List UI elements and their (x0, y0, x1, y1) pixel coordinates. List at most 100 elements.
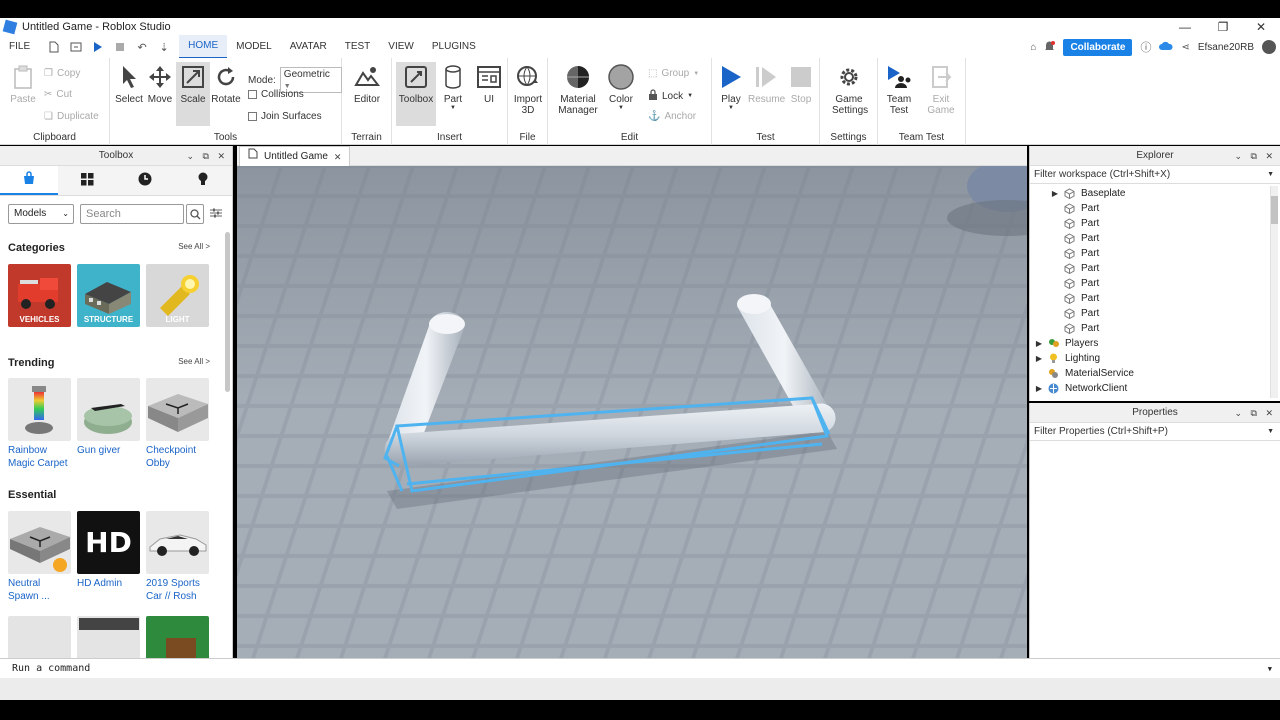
explorer-item-part[interactable]: Part (1030, 276, 1270, 291)
group-button[interactable]: ⬚ Group ▼ (648, 68, 699, 79)
explorer-item-part[interactable]: Part (1030, 291, 1270, 306)
explorer-item-networkclient[interactable]: ▶ NetworkClient (1030, 381, 1270, 396)
tab-model[interactable]: MODEL (227, 36, 281, 58)
filter-sliders-icon[interactable] (210, 208, 222, 221)
open-file-icon[interactable] (69, 40, 83, 54)
close-tab-button[interactable]: ✕ (334, 147, 342, 167)
category-light[interactable]: LIGHT (146, 264, 209, 327)
rotate-tool-button[interactable]: Rotate (209, 64, 243, 105)
category-vehicles[interactable]: VEHICLES (8, 264, 71, 327)
essential-item-5[interactable] (77, 616, 140, 658)
share-icon[interactable]: ⋖ (1181, 42, 1189, 53)
explorer-item-part[interactable]: Part (1030, 321, 1270, 336)
trending-item-rainbow-magic-carpet[interactable]: Rainbow Magic Carpet (8, 378, 71, 470)
toolbox-scrollbar[interactable] (225, 232, 230, 392)
collisions-checkbox[interactable] (248, 90, 257, 99)
explorer-item-part[interactable]: Part (1030, 231, 1270, 246)
menu-file[interactable]: FILE (0, 36, 39, 58)
tab-plugins[interactable]: PLUGINS (423, 36, 485, 58)
tab-inventory[interactable] (58, 166, 116, 195)
maximize-button[interactable]: ❐ (1204, 18, 1242, 36)
search-icon[interactable] (186, 204, 204, 224)
explorer-filter-input[interactable]: Filter workspace (Ctrl+Shift+X) ▼ (1030, 166, 1280, 184)
tab-marketplace[interactable] (0, 166, 58, 195)
play-button[interactable]: Play ▼ (714, 64, 748, 111)
panel-controls[interactable]: ⌄ ⧉ ✕ (1234, 403, 1276, 423)
collisions-toggle[interactable]: Collisions (248, 89, 304, 100)
minimize-button[interactable]: — (1166, 18, 1204, 36)
lock-button[interactable]: Lock ▼ (648, 89, 693, 103)
new-file-icon[interactable] (47, 40, 61, 54)
command-bar-input[interactable]: Run a command ▼ (0, 658, 1280, 678)
explorer-item-players[interactable]: ▶ Players (1030, 336, 1270, 351)
tab-recent[interactable] (116, 166, 174, 195)
search-input[interactable]: Search (80, 204, 184, 224)
explorer-item-baseplate[interactable]: ▶ Baseplate (1030, 186, 1270, 201)
explorer-item-part[interactable]: Part (1030, 261, 1270, 276)
select-tool-button[interactable]: Select (112, 64, 146, 105)
category-dropdown[interactable]: Models ⌄ (8, 204, 74, 224)
essential-item-4[interactable] (8, 616, 71, 658)
close-window-button[interactable]: ✕ (1242, 18, 1280, 36)
part-button[interactable]: Part ▼ (436, 64, 470, 111)
quick-stop-icon[interactable] (113, 40, 127, 54)
game-settings-button[interactable]: Game Settings (832, 64, 868, 116)
user-name[interactable]: Efsane20RB (1198, 42, 1254, 53)
cut-button[interactable]: ✂ Cut (44, 89, 72, 100)
undo-icon[interactable]: ↶ (135, 40, 149, 54)
notification-bell-icon[interactable] (1044, 40, 1056, 55)
ui-button[interactable]: UI (472, 64, 506, 105)
explorer-scrollbar[interactable] (1270, 186, 1278, 398)
terrain-editor-button[interactable]: Editor (350, 64, 384, 105)
home-icon[interactable]: ⌂ (1030, 42, 1036, 53)
team-test-button[interactable]: Team Test (882, 64, 916, 116)
tab-view[interactable]: VIEW (379, 36, 423, 58)
trending-item-gun-giver[interactable]: Gun giver (77, 378, 140, 470)
panel-controls[interactable]: ⌄ ⧉ ✕ (1234, 146, 1276, 166)
color-button[interactable]: Color ▼ (604, 64, 638, 111)
collaborate-button[interactable]: Collaborate (1063, 38, 1133, 56)
join-surfaces-toggle[interactable]: Join Surfaces (248, 111, 322, 122)
stop-button[interactable]: Stop (784, 64, 818, 105)
panel-controls[interactable]: ⌄ ⧉ ✕ (186, 146, 228, 166)
quick-access-dropdown-icon[interactable]: ⇣ (157, 40, 171, 54)
tab-creations[interactable] (174, 166, 232, 195)
trending-item-checkpoint-obby[interactable]: Checkpoint Obby (146, 378, 209, 470)
duplicate-button[interactable]: ❏ Duplicate (44, 111, 99, 122)
quick-play-icon[interactable] (91, 40, 105, 54)
category-structure[interactable]: STRUCTURE (77, 264, 140, 327)
avatar[interactable] (1262, 40, 1276, 54)
help-icon[interactable]: ⓘ (1140, 39, 1151, 55)
essential-item-2019-sports-car[interactable]: 2019 Sports Car // Rosh (146, 511, 209, 603)
3d-viewport[interactable] (237, 166, 1027, 658)
import-3d-button[interactable]: Import 3D (511, 64, 545, 116)
resume-button[interactable]: Resume (748, 64, 785, 105)
tab-home[interactable]: HOME (179, 35, 228, 59)
explorer-item-lighting[interactable]: ▶ Lighting (1030, 351, 1270, 366)
expand-arrow-icon[interactable]: ▶ (1034, 339, 1044, 348)
move-tool-button[interactable]: Move (143, 64, 177, 105)
explorer-item-part[interactable]: Part (1030, 216, 1270, 231)
properties-filter-input[interactable]: Filter Properties (Ctrl+Shift+P) ▼ (1030, 423, 1280, 441)
material-manager-button[interactable]: Material Manager (558, 64, 598, 116)
toolbox-button[interactable]: Toolbox (396, 62, 436, 126)
explorer-item-materialservice[interactable]: MaterialService (1030, 366, 1270, 381)
paste-button[interactable]: Paste (6, 64, 40, 105)
scale-tool-button[interactable]: Scale (176, 62, 210, 126)
expand-arrow-icon[interactable]: ▶ (1034, 384, 1044, 393)
tab-untitled-game[interactable]: Untitled Game ✕ (239, 146, 351, 167)
categories-see-all-link[interactable]: See All > (178, 242, 210, 251)
tab-avatar[interactable]: AVATAR (281, 36, 336, 58)
expand-arrow-icon[interactable]: ▶ (1050, 189, 1060, 198)
essential-item-hd-admin[interactable]: HD HD Admin (77, 511, 140, 603)
tab-test[interactable]: TEST (336, 36, 380, 58)
explorer-item-part[interactable]: Part (1030, 246, 1270, 261)
trending-see-all-link[interactable]: See All > (178, 357, 210, 366)
anchor-button[interactable]: ⚓ Anchor (648, 111, 696, 122)
explorer-item-part[interactable]: Part (1030, 201, 1270, 216)
essential-item-6[interactable] (146, 616, 209, 658)
expand-arrow-icon[interactable]: ▶ (1034, 354, 1044, 363)
essential-item-neutral-spawn[interactable]: Neutral Spawn ... (8, 511, 71, 603)
exit-game-button[interactable]: Exit Game (924, 64, 958, 116)
cloud-icon[interactable] (1159, 41, 1173, 54)
